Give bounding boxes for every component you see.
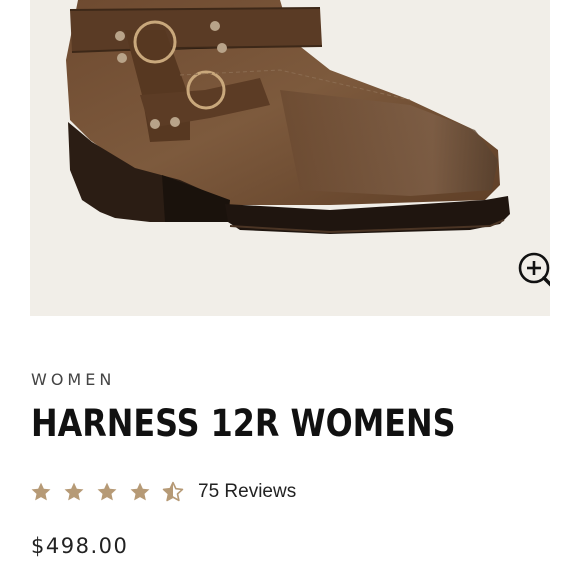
product-image[interactable]	[30, 0, 550, 316]
reviews-link[interactable]: 75 Reviews	[198, 481, 296, 503]
product-category: WOMEN	[31, 370, 116, 389]
star-full-icon	[130, 482, 150, 501]
zoom-in-icon	[518, 252, 550, 287]
product-rating[interactable]: 75 Reviews	[30, 478, 296, 506]
zoom-in-button[interactable]	[516, 250, 550, 294]
boot-image	[66, 0, 510, 234]
star-half-icon	[162, 481, 184, 502]
star-full-icon	[31, 482, 51, 501]
star-full-icon	[64, 482, 84, 501]
product-price: $498.00	[31, 534, 129, 558]
star-full-icon	[97, 482, 117, 501]
product-title: HARNESS 12R WOMENS	[31, 402, 456, 445]
